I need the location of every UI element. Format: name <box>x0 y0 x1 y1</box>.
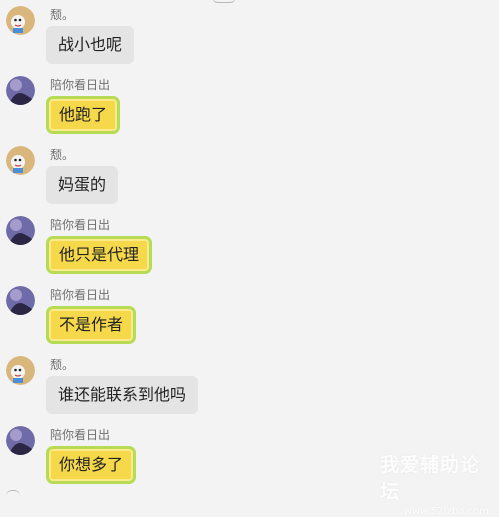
message-bubble[interactable]: 他跑了 <box>46 96 121 134</box>
sender-name: 陪你看日出 <box>50 218 111 232</box>
avatar-cartoon[interactable] <box>6 356 35 385</box>
scroll-fragment <box>6 490 20 501</box>
avatar-cartoon[interactable] <box>6 146 35 175</box>
sender-name: 颓。 <box>50 8 75 22</box>
watermark-url: www.52fzba.com <box>403 506 489 517</box>
cartoon-avatar-icon <box>6 356 35 385</box>
avatar-purple[interactable] <box>6 286 35 315</box>
purple-avatar-icon <box>6 76 35 105</box>
scroll-fragment <box>212 0 236 3</box>
purple-avatar-icon <box>6 216 35 245</box>
message-bubble[interactable]: 谁还能联系到他吗 <box>46 376 199 414</box>
avatar-cartoon[interactable] <box>6 6 35 35</box>
message-bubble[interactable]: 你想多了 <box>46 446 137 484</box>
message-bubble[interactable]: 妈蛋的 <box>46 166 119 204</box>
avatar-purple[interactable] <box>6 76 35 105</box>
sender-name: 陪你看日出 <box>50 288 111 302</box>
chat-message: 颓。 谁还能联系到他吗 <box>0 354 499 414</box>
sender-name: 颓。 <box>50 148 75 162</box>
forum-watermark: 我爱辅助论坛 www.52fzba.com <box>380 450 495 517</box>
purple-avatar-icon <box>6 426 35 455</box>
sender-name: 颓。 <box>50 358 75 372</box>
message-bubble[interactable]: 不是作者 <box>46 306 137 344</box>
avatar-purple[interactable] <box>6 216 35 245</box>
chat-message: 陪你看日出 不是作者 <box>0 284 499 344</box>
chat-message: 颓。 妈蛋的 <box>0 144 499 204</box>
message-bubble[interactable]: 战小也呢 <box>46 26 135 64</box>
watermark-title: 我爱辅助论坛 <box>380 454 481 503</box>
sender-name: 陪你看日出 <box>50 78 111 92</box>
chat-message: 颓。 战小也呢 <box>0 4 499 64</box>
chat-message: 陪你看日出 他跑了 <box>0 74 499 134</box>
sender-name: 陪你看日出 <box>50 428 111 442</box>
cartoon-avatar-icon <box>6 6 35 35</box>
cartoon-avatar-icon <box>6 146 35 175</box>
message-bubble[interactable]: 他只是代理 <box>46 236 153 274</box>
chat-message: 陪你看日出 他只是代理 <box>0 214 499 274</box>
avatar-purple[interactable] <box>6 426 35 455</box>
purple-avatar-icon <box>6 286 35 315</box>
